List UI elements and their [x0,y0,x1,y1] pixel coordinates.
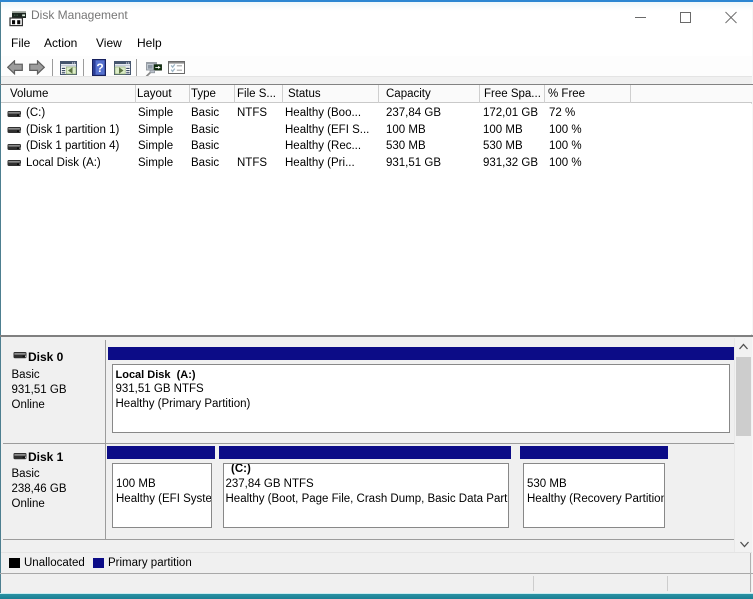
svg-text:?: ? [96,61,103,75]
